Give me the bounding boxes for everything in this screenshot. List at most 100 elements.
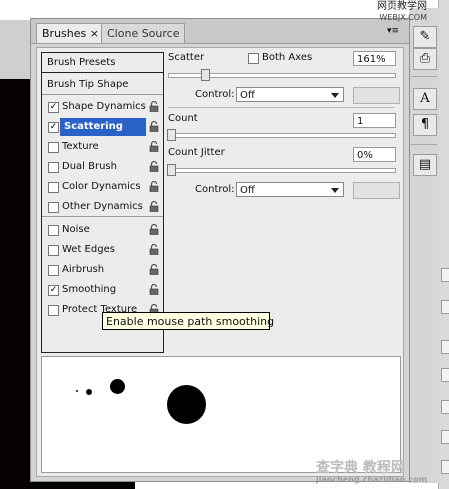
character-icon[interactable]: A <box>413 88 437 110</box>
both-axes-label: Both Axes <box>262 52 313 63</box>
count-value-field[interactable]: 1 <box>353 113 396 128</box>
select-value: Off <box>240 90 255 101</box>
toolbar-divider <box>411 144 437 145</box>
brush-setting-checkbox[interactable] <box>48 225 59 236</box>
lock-icon[interactable] <box>149 244 159 255</box>
brush-tip-shape-button[interactable]: Brush Tip Shape <box>42 75 163 95</box>
lock-icon[interactable] <box>149 181 159 192</box>
brush-setting-label: Texture <box>62 141 99 152</box>
brushes-content: Brush Presets Brush Tip Shape ✓ Shape Dyn… <box>36 47 404 477</box>
brush-setting-row[interactable]: Wet Edges <box>42 241 163 259</box>
lock-icon[interactable] <box>149 101 159 112</box>
smoothing-tooltip: Enable mouse path smoothing <box>102 312 274 330</box>
brush-setting-row[interactable]: Noise <box>42 221 163 239</box>
brush-setting-row[interactable]: ✓ Shape Dynamics <box>42 98 163 116</box>
brush-dot <box>76 390 78 392</box>
scatter-slider[interactable] <box>168 69 396 81</box>
clone-stamp-icon[interactable]: ⎙ <box>413 48 437 70</box>
brush-setting-row[interactable]: Texture <box>42 138 163 156</box>
brush-setting-checkbox[interactable]: ✓ <box>48 285 59 296</box>
brush-icon[interactable]: ✎ <box>413 26 437 48</box>
scatter-label: Scatter <box>168 52 205 63</box>
brush-setting-checkbox[interactable] <box>48 305 59 316</box>
brush-setting-checkbox[interactable] <box>48 265 59 276</box>
lock-icon[interactable] <box>149 121 159 132</box>
tab-brushes[interactable]: Brushes × <box>36 23 105 43</box>
brush-setting-checkbox[interactable] <box>48 162 59 173</box>
slider-thumb[interactable] <box>201 69 210 81</box>
brush-setting-row[interactable]: ✓ Scattering <box>42 118 163 136</box>
brush-stroke-preview <box>41 356 401 473</box>
watermark-subtext: WEBJX.COM <box>379 13 427 22</box>
brush-setting-checkbox[interactable] <box>48 202 59 213</box>
brush-setting-row[interactable]: Dual Brush <box>42 158 163 176</box>
count-control-extra-field <box>353 182 400 199</box>
toolbar-divider <box>411 76 437 77</box>
brush-setting-label: Color Dynamics <box>62 181 141 192</box>
brush-setting-checkbox[interactable] <box>48 142 59 153</box>
slider-thumb[interactable] <box>167 164 176 176</box>
brush-setting-checkbox[interactable]: ✓ <box>48 102 59 113</box>
layer-strip[interactable] <box>441 340 449 354</box>
brush-setting-label: Noise <box>62 224 90 235</box>
count-label: Count <box>168 113 198 124</box>
count-slider[interactable] <box>167 129 396 141</box>
panel-tab-bar: Brushes × Clone Source ▾≡ <box>31 19 409 44</box>
scatter-control-select[interactable]: Off <box>236 87 344 102</box>
brush-setting-checkbox[interactable] <box>48 182 59 193</box>
lock-icon[interactable] <box>149 201 159 212</box>
brush-setting-label: Airbrush <box>62 264 105 275</box>
watermark-text: 查字典 教程网 <box>316 460 405 476</box>
brush-setting-label: Shape Dynamics <box>62 101 146 112</box>
both-axes-checkbox[interactable] <box>248 53 259 64</box>
brush-setting-row[interactable]: Other Dynamics <box>42 198 163 216</box>
lock-icon[interactable] <box>149 284 159 295</box>
paragraph-icon[interactable]: ¶ <box>413 114 437 136</box>
watermark-bottom: 查字典 教程网 jiaocheng.chazidian.com <box>316 457 427 484</box>
layer-strip[interactable] <box>441 460 449 474</box>
count-jitter-slider[interactable] <box>167 164 396 176</box>
brush-dot <box>110 379 125 394</box>
lock-icon[interactable] <box>149 224 159 235</box>
scatter-value-field[interactable]: 161% <box>353 51 396 66</box>
brush-setting-label: Dual Brush <box>62 161 117 172</box>
count-jitter-label: Count Jitter <box>168 147 225 158</box>
panel-menu-icon[interactable]: ▾≡ <box>387 26 399 36</box>
brush-setting-label: Other Dynamics <box>62 201 143 212</box>
brush-dot <box>86 389 92 395</box>
brush-setting-row[interactable]: Airbrush <box>42 261 163 279</box>
tab-clone-source[interactable]: Clone Source <box>101 23 186 43</box>
notes-icon[interactable]: ▤ <box>413 154 437 176</box>
select-value: Off <box>240 185 255 196</box>
lock-icon[interactable] <box>149 161 159 172</box>
control-label: Control: <box>195 89 235 100</box>
slider-thumb[interactable] <box>167 129 176 141</box>
lock-icon[interactable] <box>149 264 159 275</box>
brush-setting-label: Scattering <box>60 118 146 136</box>
brush-settings-list: Brush Presets Brush Tip Shape ✓ Shape Dyn… <box>41 52 164 353</box>
brush-setting-checkbox[interactable]: ✓ <box>48 122 59 133</box>
count-control-select[interactable]: Off <box>236 182 344 197</box>
layer-strip[interactable] <box>441 400 449 414</box>
watermark-subtext: jiaocheng.chazidian.com <box>316 475 428 484</box>
brush-setting-checkbox[interactable] <box>48 245 59 256</box>
layer-strip[interactable] <box>441 430 449 444</box>
brush-setting-label: Wet Edges <box>62 244 115 255</box>
canvas-background <box>0 20 30 80</box>
brush-setting-row[interactable]: Color Dynamics <box>42 178 163 196</box>
chevron-down-icon <box>331 93 339 98</box>
watermark-text: 网页教学网 <box>377 1 427 12</box>
brush-setting-row[interactable]: ✓ Smoothing <box>42 281 163 299</box>
layer-strip[interactable] <box>441 368 449 382</box>
right-edge-panel <box>438 0 449 489</box>
layer-strip[interactable] <box>441 268 449 282</box>
chevron-down-icon <box>331 188 339 193</box>
control-label: Control: <box>195 184 235 195</box>
layer-strip[interactable] <box>441 300 449 314</box>
watermark-top: 网页教学网 WEBJX.COM <box>377 1 427 23</box>
count-jitter-value-field[interactable]: 0% <box>353 147 396 162</box>
brush-presets-button[interactable]: Brush Presets <box>42 53 163 73</box>
brush-dot <box>167 385 206 424</box>
panel-dock-toolbar: ✎ ⎙ A ¶ ▤ <box>409 8 439 483</box>
lock-icon[interactable] <box>149 141 159 152</box>
